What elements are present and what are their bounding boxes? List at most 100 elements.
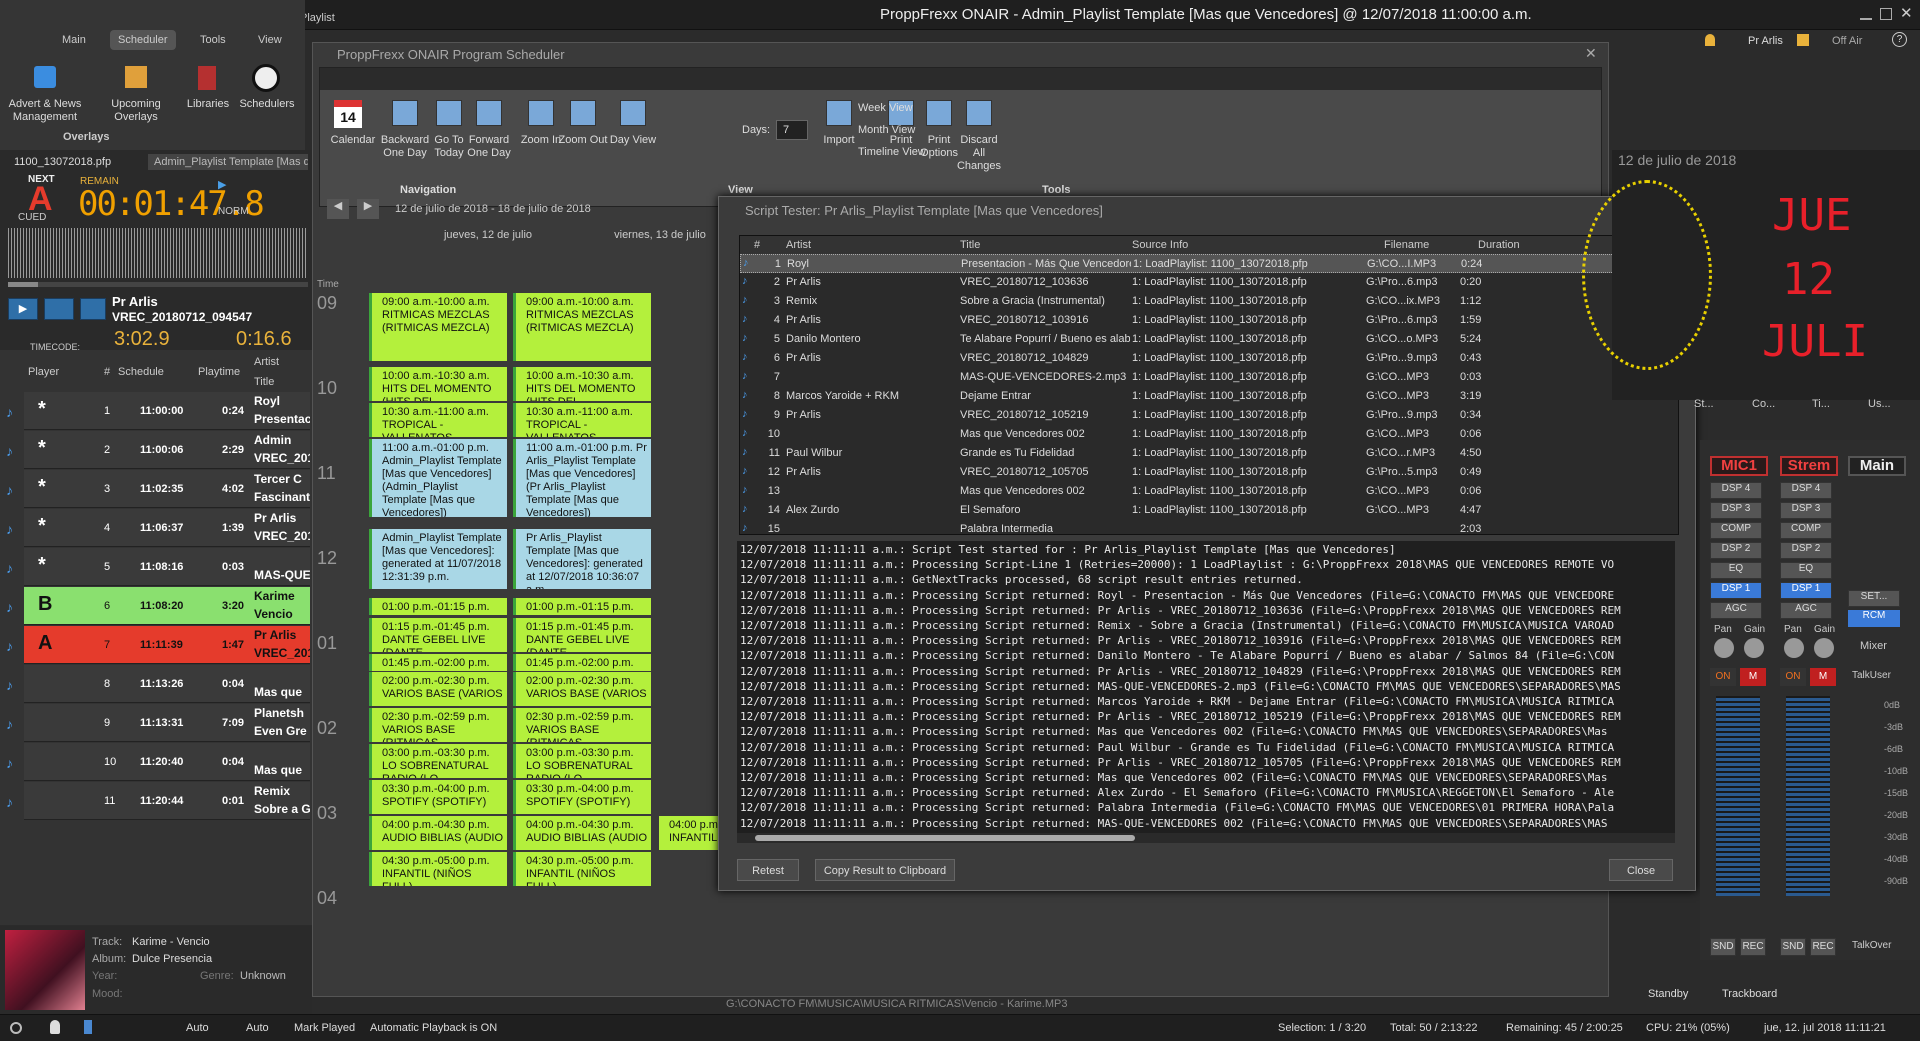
dsp-slot[interactable]: EQ xyxy=(1710,562,1762,579)
table-row[interactable]: A 7 11:11:39 1:47 Pr Arlis VREC_201 ♪ xyxy=(6,626,310,664)
event-block[interactable]: 01:15 p.m.-01:45 p.m. DANTE GEBEL LIVE (… xyxy=(513,618,651,652)
on-button[interactable]: ON xyxy=(1710,668,1736,686)
col-title[interactable]: Title xyxy=(254,376,274,388)
table-row[interactable]: ♪ 1 Royl Presentacion - Más Que Vencedores 1… xyxy=(740,254,1670,273)
pan-knob[interactable] xyxy=(1784,638,1804,658)
tester-col-header[interactable]: Artist xyxy=(786,239,811,251)
event-block[interactable]: 02:30 p.m.-02:59 p.m. VARIOS BASE (RITMI… xyxy=(513,708,651,742)
tester-col-header[interactable]: # xyxy=(754,239,760,251)
talkuser-label[interactable]: TalkUser xyxy=(1852,670,1891,681)
table-row[interactable]: ♪ 4 Pr Arlis VREC_20180712_103916 1: LoadPla… xyxy=(740,311,1670,330)
help-icon[interactable]: ? xyxy=(1892,32,1907,47)
tester-col-header[interactable]: Title xyxy=(960,239,980,251)
snd-button[interactable]: SND xyxy=(1780,938,1806,956)
pan-knob[interactable] xyxy=(1714,638,1734,658)
rec-button[interactable]: REC xyxy=(1810,938,1836,956)
log-output[interactable]: 12/07/2018 11:11:11 a.m.: Script Test st… xyxy=(737,541,1675,833)
offair-label[interactable]: Off Air xyxy=(1832,35,1862,47)
dsp-slot[interactable]: COMP xyxy=(1780,522,1832,539)
event-block[interactable]: 04:30 p.m.-05:00 p.m. INFANTIL (NIÑOS FU… xyxy=(369,852,507,886)
table-row[interactable]: ♪ 7 MAS-QUE-VENCEDORES-2.mp3 1: LoadPlaylis… xyxy=(740,368,1670,387)
tester-col-header[interactable]: Duration xyxy=(1478,239,1520,251)
event-block[interactable]: 03:00 p.m.-03:30 p.m. LO SOBRENATURAL RA… xyxy=(513,744,651,778)
event-block[interactable]: 04:00 p.m.-04:30 p.m. AUDIO BIBLIAS (AUD… xyxy=(369,816,507,850)
event-block[interactable]: 02:30 p.m.-02:59 p.m. VARIOS BASE (RITMI… xyxy=(369,708,507,742)
dsp-slot[interactable]: DSP 4 xyxy=(1710,482,1762,499)
tab-main[interactable]: Main xyxy=(62,34,86,46)
table-row[interactable]: ♪ 13 Mas que Vencedores 002 1: LoadPlaylist… xyxy=(740,482,1670,501)
dsp-slot[interactable]: COMP xyxy=(1710,522,1762,539)
dsp-slot[interactable]: DSP 2 xyxy=(1780,542,1832,559)
dsp-slot[interactable]: EQ xyxy=(1780,562,1832,579)
table-row[interactable]: ♪ 15 Palabra Intermedia 2:03 xyxy=(740,520,1670,536)
copy-button[interactable]: Copy Result to Clipboard xyxy=(815,859,955,881)
advert-news-button[interactable]: Advert & News Management xyxy=(2,98,88,124)
player-tab-2[interactable]: Admin_Playlist Template [Mas qu xyxy=(148,154,308,170)
player-tab-1[interactable]: 1100_13072018.pfp xyxy=(14,156,111,168)
event-block[interactable]: 01:45 p.m.-02:00 p.m. xyxy=(513,654,651,671)
table-row[interactable]: 11 11:20:44 0:01 Remix Sobre a G ♪ xyxy=(6,782,310,820)
table-row[interactable]: 9 11:13:31 7:09 Planetsh Even Gre ♪ xyxy=(6,704,310,742)
table-row[interactable]: * 2 11:00:06 2:29 Admin VREC_201 ♪ xyxy=(6,431,310,469)
tab-us[interactable]: Us... xyxy=(1868,398,1891,410)
dsp-slot[interactable]: AGC xyxy=(1710,602,1762,619)
event-block[interactable]: 01:15 p.m.-01:45 p.m. DANTE GEBEL LIVE (… xyxy=(369,618,507,652)
col-schedule[interactable]: Schedule xyxy=(118,366,164,378)
tab-ti[interactable]: Ti... xyxy=(1812,398,1830,410)
col-player[interactable]: Player xyxy=(28,366,59,378)
table-row[interactable]: B 6 11:08:20 3:20 Karime Vencio ♪ xyxy=(6,587,310,625)
on-button[interactable]: ON xyxy=(1780,668,1806,686)
table-row[interactable]: * 3 11:02:35 4:02 Tercer C Fascinant ♪ xyxy=(6,470,310,508)
event-block[interactable]: Admin_Playlist Template [Mas que Vencedo… xyxy=(369,529,507,589)
channel-mic1[interactable]: MIC1 xyxy=(1710,456,1768,476)
event-block[interactable]: 10:00 a.m.-10:30 a.m. HITS DEL MOMENTO (… xyxy=(369,367,507,401)
rec-button[interactable]: REC xyxy=(1740,938,1766,956)
event-block[interactable]: 01:00 p.m.-01:15 p.m. xyxy=(369,598,507,615)
fader-track[interactable] xyxy=(1786,696,1830,896)
pause-button[interactable] xyxy=(44,298,74,320)
play-icon[interactable]: ▶ xyxy=(218,178,226,191)
retest-button[interactable]: Retest xyxy=(737,859,799,881)
set-button[interactable]: SET... xyxy=(1848,590,1900,607)
talkover-label[interactable]: TalkOver xyxy=(1852,940,1891,951)
trackboard-button[interactable]: Trackboard xyxy=(1722,988,1777,1000)
event-block[interactable]: 03:30 p.m.-04:00 p.m. SPOTIFY (SPOTIFY) xyxy=(369,780,507,814)
table-row[interactable]: ♪ 11 Paul Wilbur Grande es Tu Fidelidad 1: L… xyxy=(740,444,1670,463)
tester-close-button[interactable]: Close xyxy=(1609,859,1673,881)
lock-icon[interactable] xyxy=(1797,34,1809,46)
tab-st[interactable]: St... xyxy=(1694,398,1714,410)
snd-button[interactable]: SND xyxy=(1710,938,1736,956)
event-block[interactable]: Pr Arlis_Playlist Template [Mas que Venc… xyxy=(513,529,651,589)
table-row[interactable]: * 4 11:06:37 1:39 Pr Arlis VREC_201 ♪ xyxy=(6,509,310,547)
table-row[interactable]: ♪ 14 Alex Zurdo El Semaforo 1: LoadPlaylist:… xyxy=(740,501,1670,520)
auto-2[interactable]: Auto xyxy=(246,1022,269,1034)
col-num[interactable]: # xyxy=(104,366,110,378)
table-row[interactable]: * 5 11:08:16 0:03 MAS-QUE ♪ xyxy=(6,548,310,586)
table-row[interactable]: 10 11:20:40 0:04 Mas que ♪ xyxy=(6,743,310,781)
event-block[interactable]: 04:30 p.m.-05:00 p.m. INFANTIL (NIÑOS FU… xyxy=(513,852,651,886)
tab-view[interactable]: View xyxy=(258,34,282,46)
progress-bar[interactable] xyxy=(8,282,308,287)
table-row[interactable]: ♪ 6 Pr Arlis VREC_20180712_104829 1: LoadPla… xyxy=(740,349,1670,368)
tab-co[interactable]: Co... xyxy=(1752,398,1775,410)
fader-track[interactable] xyxy=(1716,696,1760,896)
event-block[interactable]: 02:00 p.m.-02:30 p.m. VARIOS BASE (VARIO… xyxy=(369,672,507,706)
dsp-slot[interactable]: DSP 3 xyxy=(1780,502,1832,519)
table-row[interactable]: ♪ 5 Danilo Montero Te Alabare Popurrí / Bue… xyxy=(740,330,1670,349)
event-block[interactable]: 10:00 a.m.-10:30 a.m. HITS DEL MOMENTO (… xyxy=(513,367,651,401)
close-icon[interactable]: ✕ xyxy=(1900,4,1913,22)
table-row[interactable]: ♪ 8 Marcos Yaroide + RKM Dejame Entrar 1: Lo… xyxy=(740,387,1670,406)
rcm-button[interactable]: RCM xyxy=(1848,610,1900,627)
libraries-button[interactable]: Libraries xyxy=(180,98,236,111)
col-playtime[interactable]: Playtime xyxy=(198,366,240,378)
play-button[interactable]: ▶ xyxy=(8,298,38,320)
tab-scheduler[interactable]: Scheduler xyxy=(110,30,176,50)
tab-tools[interactable]: Tools xyxy=(200,34,226,46)
table-row[interactable]: ♪ 2 Pr Arlis VREC_20180712_103636 1: LoadPla… xyxy=(740,273,1670,292)
event-block[interactable]: 10:30 a.m.-11:00 a.m. TROPICAL - VALLENA… xyxy=(369,403,507,437)
event-block[interactable]: 01:00 p.m.-01:15 p.m. xyxy=(513,598,651,615)
mute-button[interactable]: M xyxy=(1810,668,1836,686)
event-block[interactable]: 03:30 p.m.-04:00 p.m. SPOTIFY (SPOTIFY) xyxy=(513,780,651,814)
mute-button[interactable]: M xyxy=(1740,668,1766,686)
dsp-slot[interactable]: DSP 1 xyxy=(1780,582,1832,599)
